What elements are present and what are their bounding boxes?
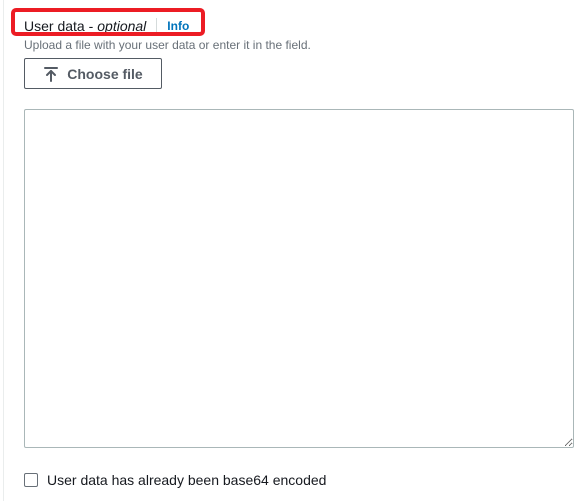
- user-data-panel: User data - optional Info Upload a file …: [0, 0, 587, 501]
- panel-left-border: [3, 0, 4, 501]
- base64-checkbox-row[interactable]: User data has already been base64 encode…: [24, 471, 326, 489]
- choose-file-label: Choose file: [67, 65, 143, 82]
- upload-icon: [43, 66, 59, 82]
- user-data-label-row: User data - optional Info: [24, 15, 189, 37]
- choose-file-button[interactable]: Choose file: [24, 58, 162, 89]
- base64-encoded-checkbox[interactable]: [24, 473, 38, 487]
- info-link[interactable]: Info: [167, 15, 189, 37]
- label-divider: [156, 18, 158, 34]
- user-data-textarea[interactable]: [24, 109, 574, 448]
- user-data-label: User data -: [24, 18, 94, 34]
- optional-label: optional: [97, 18, 147, 34]
- base64-encoded-label[interactable]: User data has already been base64 encode…: [47, 471, 326, 489]
- field-description: Upload a file with your user data or ent…: [24, 38, 311, 52]
